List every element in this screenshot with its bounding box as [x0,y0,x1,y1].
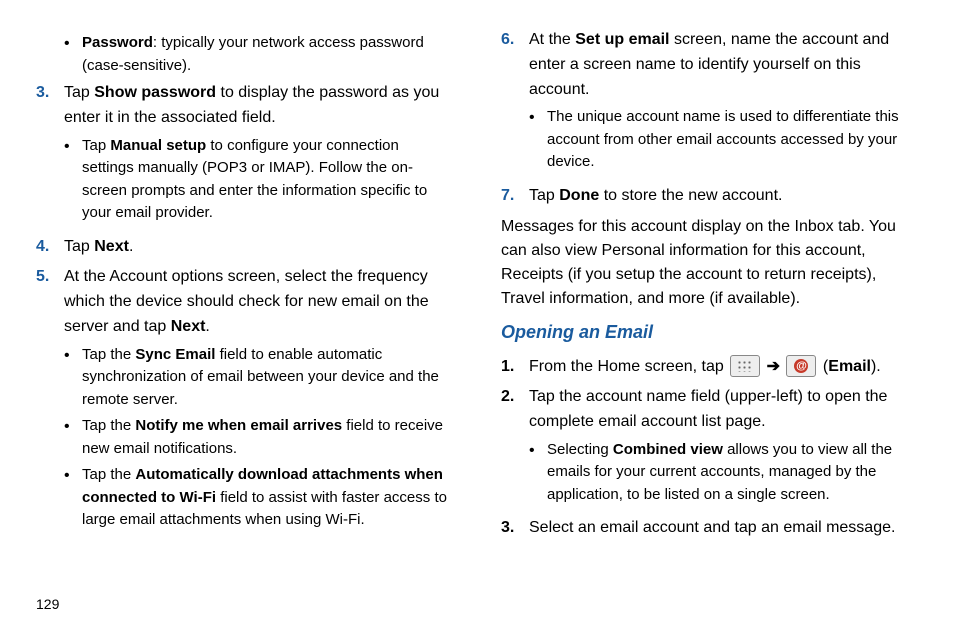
step-3-sub: • Tap Manual setup to configure your con… [64,135,453,225]
page-number: 129 [36,596,59,612]
text: Tap the [82,466,135,483]
bullet-dot: • [64,464,82,532]
page-content: • Password: typically your network acces… [0,0,954,547]
unique-name-text: The unique account name is used to diffe… [547,106,918,174]
step-6-number: 6. [501,28,529,178]
next-label: Next [94,238,129,255]
open-step-2-sub: • Selecting Combined view allows you to … [529,439,918,507]
open-step-2-number: 2. [501,385,529,510]
combined-view-label: Combined view [613,441,723,458]
manual-setup-label: Manual setup [110,137,206,154]
step-5-sub2: • Tap the Notify me when email arrives f… [64,415,453,460]
open-step-1: 1. From the Home screen, tap ➔ (Email). [501,355,918,380]
step-4-number: 4. [36,235,64,260]
sync-email-text: Tap the Sync Email field to enable autom… [82,344,453,412]
show-password-label: Show password [94,84,216,101]
open-step-1-body: From the Home screen, tap ➔ (Email). [529,355,918,380]
notify-text: Tap the Notify me when email arrives fie… [82,415,453,460]
text: At the Account options screen, select th… [64,268,429,335]
opening-email-heading: Opening an Email [501,319,918,347]
set-up-email-label: Set up email [575,31,669,48]
bullet-dot: • [64,415,82,460]
step-5: 5. At the Account options screen, select… [36,265,453,535]
text: to store the new account. [599,187,782,204]
open-step-3-number: 3. [501,516,529,541]
bullet-dot: • [64,135,82,225]
text: . [205,318,209,335]
open-step-2-body: Tap the account name field (upper-left) … [529,385,918,510]
step-7: 7. Tap Done to store the new account. [501,184,918,209]
notify-label: Notify me when email arrives [135,417,342,434]
step-7-number: 7. [501,184,529,209]
step-6: 6. At the Set up email screen, name the … [501,28,918,178]
done-label: Done [559,187,599,204]
step-5-sub3: • Tap the Automatically download attachm… [64,464,453,532]
text: Tap the [82,417,135,434]
text: At the [529,31,575,48]
step-3: 3. Tap Show password to display the pass… [36,81,453,229]
open-step-3: 3. Select an email account and tap an em… [501,516,918,541]
step-3-number: 3. [36,81,64,229]
step-4-body: Tap Next. [64,235,453,260]
step-5-number: 5. [36,265,64,535]
sync-email-label: Sync Email [135,346,215,363]
text: ( [818,358,828,375]
email-label: Email [828,358,871,375]
bullet-dot: • [529,106,547,174]
text: Tap the account name field (upper-left) … [529,388,887,430]
bullet-dot: • [529,439,547,507]
text: Tap [529,187,559,204]
step-5-sub1: • Tap the Sync Email field to enable aut… [64,344,453,412]
combined-view-text: Selecting Combined view allows you to vi… [547,439,918,507]
open-step-2: 2. Tap the account name field (upper-lef… [501,385,918,510]
auto-download-text: Tap the Automatically download attachmen… [82,464,453,532]
right-column: 6. At the Set up email screen, name the … [501,28,918,547]
account-messages-paragraph: Messages for this account display on the… [501,215,918,311]
step-5-body: At the Account options screen, select th… [64,265,453,535]
manual-setup-text: Tap Manual setup to configure your conne… [82,135,453,225]
text: . [129,238,133,255]
text: ). [871,358,881,375]
text: Tap [64,238,94,255]
step-6-sub: • The unique account name is used to dif… [529,106,918,174]
left-column: • Password: typically your network acces… [36,28,453,547]
step-4: 4. Tap Next. [36,235,453,260]
open-step-3-body: Select an email account and tap an email… [529,516,918,541]
arrow-icon: ➔ [762,358,784,375]
step-3-body: Tap Show password to display the passwor… [64,81,453,229]
password-text: Password: typically your network access … [82,32,453,77]
text: From the Home screen, tap [529,358,728,375]
next-label: Next [171,318,206,335]
bullet-dot: • [64,344,82,412]
step-6-body: At the Set up email screen, name the acc… [529,28,918,178]
bullet-dot: • [64,32,82,77]
password-bullet: • Password: typically your network acces… [64,32,453,77]
text: Tap the [82,346,135,363]
email-icon [786,355,816,377]
open-step-1-number: 1. [501,355,529,380]
text: Selecting [547,441,613,458]
step-7-body: Tap Done to store the new account. [529,184,918,209]
password-label: Password [82,34,153,51]
text: Tap [64,84,94,101]
text: Tap [82,137,110,154]
password-bullet-wrap: • Password: typically your network acces… [64,32,453,77]
apps-icon [730,355,760,377]
